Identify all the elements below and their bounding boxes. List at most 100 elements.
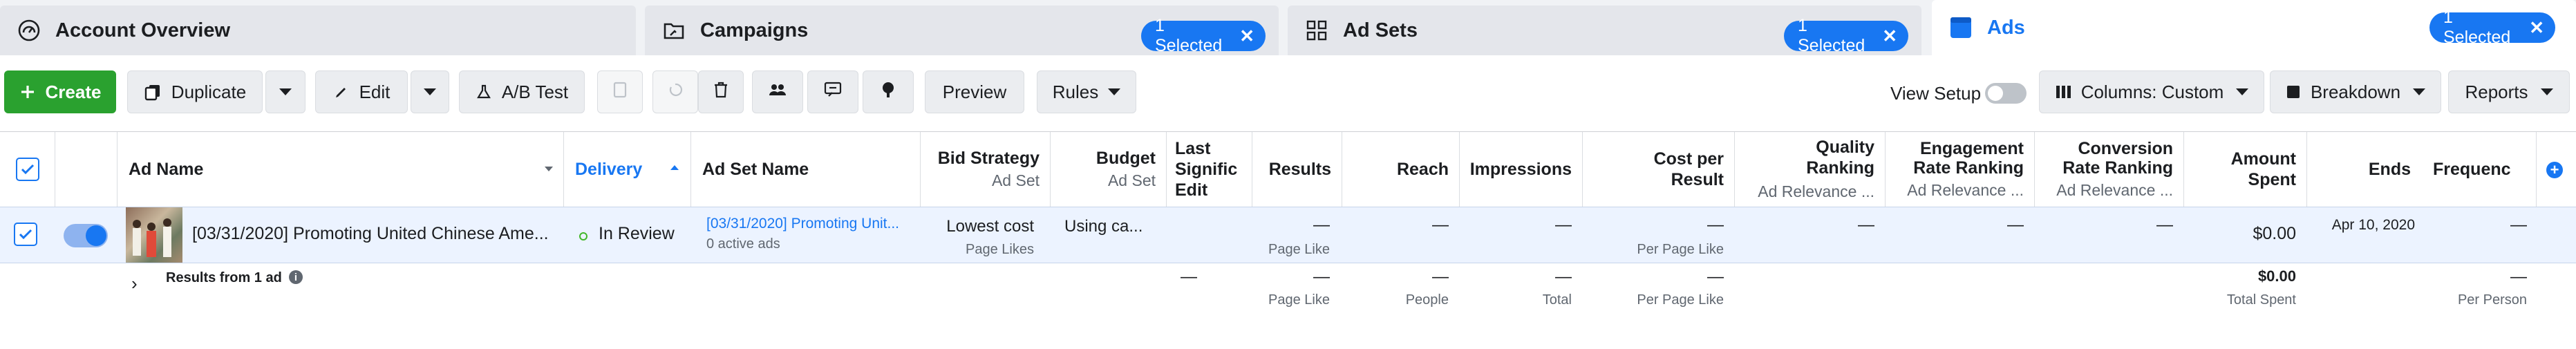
edit-button[interactable]: Edit [315,70,408,113]
selected-badge[interactable]: 1 Selected ✕ [1141,16,1266,55]
col-header-label: Impressions [1469,159,1572,179]
ab-test-label: A/B Test [501,81,569,102]
expand-chevron-icon[interactable]: › [131,273,138,294]
gauge-icon [15,17,43,44]
bid-strategy-cell: Lowest cost [946,217,1034,236]
ad-on-off-toggle[interactable] [64,224,108,247]
rules-button[interactable]: Rules [1037,70,1136,113]
plus-icon [19,84,36,100]
col-header-label: Ad Name [129,159,204,179]
summary-cost-sub: Per Page Like [1637,292,1724,308]
columns-label: Columns: Custom [2080,81,2224,102]
col-header-sub: Ad Set [1107,171,1156,189]
col-header-bid-strategy[interactable]: Bid Strategy Ad Set [921,132,1051,207]
preview-button[interactable]: Preview [925,70,1024,113]
col-header-amount-spent[interactable]: Amount Spent [2184,132,2307,207]
cost-per-result-sub: Per Page Like [1637,242,1724,257]
tab-ads[interactable]: Ads 1 Selected ✕ [1932,0,2576,55]
edit-dropdown-button[interactable] [411,70,449,113]
col-header-label: Engagement [1919,139,2024,158]
breakdown-label: Breakdown [2310,81,2401,102]
tree-icon [879,81,897,104]
duplicate-button[interactable]: Duplicate [127,70,263,113]
select-all-header [0,132,55,207]
col-header-budget[interactable]: Budget Ad Set [1051,132,1167,207]
selected-badge[interactable]: 1 Selected ✕ [2429,8,2555,47]
col-header-label: Spent [2248,170,2296,189]
audience-button[interactable] [752,70,803,113]
col-header-label: Result [1671,170,1724,189]
col-header-impressions[interactable]: Impressions [1460,132,1583,207]
folder-icon [660,17,688,44]
col-header-last-edit[interactable]: Last Signific Edit [1167,132,1252,207]
summary-results-sub: Page Like [1268,292,1330,308]
col-header-label: Ends [2368,159,2411,179]
preview-ad-button[interactable] [807,70,858,113]
duplicate-label: Duplicate [171,81,247,102]
selected-badge-label: 1 Selected [2443,8,2511,47]
col-header-ad-name[interactable]: Ad Name [117,132,564,207]
ab-test-button[interactable]: A/B Test [459,70,585,113]
edit-label: Edit [359,81,391,102]
grid-icon [1303,17,1331,44]
create-button[interactable]: Create [4,70,116,113]
ad-set-name-link[interactable]: [03/31/2020] Promoting Unit... [706,216,899,232]
pencil-icon [333,84,350,100]
summary-frequency: — [2510,267,2527,286]
tab-ad-sets[interactable]: Ad Sets 1 Selected ✕ [1288,6,1921,55]
columns-button[interactable]: Columns: Custom [2039,70,2264,113]
close-icon[interactable]: ✕ [1239,26,1254,47]
discard-button[interactable] [652,70,698,113]
close-icon[interactable]: ✕ [2529,17,2544,39]
row-checkbox[interactable] [14,223,37,246]
tab-campaigns[interactable]: Campaigns 1 Selected ✕ [645,6,1279,55]
select-all-checkbox[interactable] [16,158,39,181]
cost-per-result-cell: — [1707,216,1724,234]
budget-cell: Using ca... [1064,217,1143,236]
col-header-cost-per-result[interactable]: Cost per Result [1583,132,1735,207]
col-header-label: Ad Set Name [702,159,809,179]
impressions-cell: — [1555,216,1572,234]
ad-thumbnail[interactable] [126,207,182,263]
create-label: Create [45,81,102,102]
chevron-down-icon [424,88,436,95]
amount-spent-cell: $0.00 [2253,224,2296,243]
tab-account-overview[interactable]: Account Overview [0,6,636,55]
reports-button[interactable]: Reports [2448,70,2570,113]
col-header-ends[interactable]: Ends [2307,132,2422,207]
col-header-results[interactable]: Results [1252,132,1342,207]
table-row[interactable]: [03/31/2020] Promoting United Chinese Am… [0,207,2576,263]
col-header-quality-ranking[interactable]: Quality Ranking Ad Relevance ... [1735,132,1886,207]
chevron-down-icon [279,88,292,95]
summary-amount-sub: Total Spent [2226,292,2296,308]
tree-button[interactable] [863,70,914,113]
ad-name-cell[interactable]: [03/31/2020] Promoting United Chinese Am… [192,224,552,244]
summary-amount: $0.00 [2257,267,2296,285]
add-column-icon[interactable]: + [2546,161,2563,178]
selected-badge[interactable]: 1 Selected ✕ [1784,16,1908,55]
undo-icon [667,82,684,103]
col-header-sub: Ad Set [991,171,1040,189]
col-header-reach[interactable]: Reach [1342,132,1460,207]
summary-reach: — [1432,267,1449,286]
col-header-label: Rate Ranking [2062,158,2173,178]
copy-icon [144,83,162,101]
view-setup-toggle[interactable] [1985,83,2027,104]
toolbar: Create Duplicate Edit A/B Test Preview R… [0,55,2576,131]
col-header-frequency[interactable]: Frequenc [2422,132,2537,207]
ad-set-active-ads: 0 active ads [706,236,780,252]
col-header-engagement-ranking[interactable]: Engagement Rate Ranking Ad Relevance ... [1886,132,2035,207]
info-icon[interactable]: i [289,270,303,284]
col-header-label: Reach [1396,159,1449,179]
delete-button[interactable] [698,70,744,113]
col-header-label: Edit [1175,180,1208,200]
duplicate-dropdown-button[interactable] [265,70,305,113]
breakdown-button[interactable]: Breakdown [2270,70,2441,113]
ends-cell: Apr 10, 2020 [2331,217,2415,233]
col-header-ad-set-name[interactable]: Ad Set Name [691,132,921,207]
archive-button[interactable] [597,70,643,113]
col-header-delivery[interactable]: Delivery [564,132,691,207]
close-icon[interactable]: ✕ [1882,26,1897,47]
col-header-conversion-ranking[interactable]: Conversion Rate Ranking Ad Relevance ... [2035,132,2184,207]
sort-caret-icon [545,167,553,171]
